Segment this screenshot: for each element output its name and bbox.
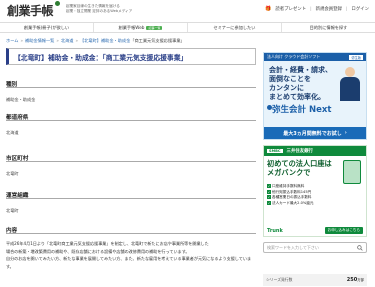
- check-icon: ✓: [267, 184, 271, 188]
- divider: |: [345, 6, 348, 12]
- breadcrumb-separator: »: [56, 38, 59, 43]
- main-nav: 創業手帳(冊子)が欲しい 創業手帳Web 記事一覧 セミナーに参加したい 目的別…: [0, 22, 375, 33]
- nav-badge: 記事一覧: [146, 25, 163, 30]
- ad-copy: 会計・経費・請求、 面倒なことを カンタンに まとめて効率化。: [269, 66, 332, 102]
- ad-badge: 弥生版: [349, 54, 363, 60]
- breadcrumb-separator: »: [75, 38, 79, 43]
- list-item-label: 他行宛振込手数料145円: [272, 189, 312, 194]
- trunk-brand: Trunk: [267, 228, 283, 234]
- nav-item-label: 創業手帳Web: [118, 24, 145, 30]
- section-heading: 運営組織: [6, 191, 256, 199]
- content-line: 自分のお店を開いてみたい方、新たな事業を展開してみたい方、また、新たな雇用を考え…: [6, 256, 252, 269]
- yayoi-ad-banner[interactable]: 法人向け クラウド会計ソフト 弥生版 会計・経費・請求、 面倒なことを カンタン…: [263, 52, 367, 140]
- section-municipality: 市区町村 北竜町: [6, 154, 256, 177]
- ad-copy-line: 会計・経費・請求、: [269, 66, 332, 74]
- smbc-ad-banner[interactable]: SMBC 三井住友銀行 初めての法人口座は メガバンクで ✓ 口座維持手数料無料 …: [263, 145, 367, 237]
- ad-header: 法人向け クラウド会計ソフト 弥生版: [264, 53, 366, 61]
- list-item-label: 法人カード最大2.0%還元: [272, 200, 314, 205]
- section-prefecture: 都道府県 北海道: [6, 113, 256, 136]
- top-links: 🎁 読者プレゼント | 新規会員登録 | ログイン: [265, 6, 369, 12]
- tagline-line-2: 起業・独立開業 定評のあるWebメディア: [66, 9, 133, 13]
- nav-item-search-by-purpose[interactable]: 目的別に情報を探す: [282, 23, 375, 32]
- smbc-copy: 初めての法人口座は メガバンクで: [267, 159, 332, 177]
- search-icon[interactable]: [357, 245, 363, 251]
- nav-item-seminar[interactable]: セミナーに参加したい: [188, 23, 282, 32]
- nav-item-label: セミナーに参加したい: [213, 24, 256, 30]
- ad-copy-line: 面倒なことを: [269, 75, 311, 83]
- chevron-right-icon: ›: [344, 130, 347, 136]
- ad-header-label: 法人向け クラウド会計ソフト: [267, 54, 321, 59]
- logo-mark-icon: [55, 1, 60, 6]
- ad-copy-line: まとめて効率化。: [269, 93, 325, 101]
- list-item: ✓ 法人カード最大2.0%還元: [267, 200, 314, 207]
- nav-item-label: 創業手帳(冊子)が欲しい: [23, 24, 70, 30]
- section-heading: 都道府県: [6, 113, 256, 121]
- breadcrumb-subsidy-list[interactable]: 補助金情報一覧: [25, 38, 54, 43]
- breadcrumb: ホーム» 補助金情報一覧» 北海道» 【北竜町】補助金・助成金「商工業元気支援応援事業…: [6, 38, 185, 44]
- site-logo[interactable]: 創業手帳: [7, 2, 54, 19]
- content-text: 平成26年4月1日より「北竜町商工業元気支援応援事業」を制定し、北竜町で新たにお…: [6, 240, 256, 270]
- person-illustration: [338, 67, 362, 101]
- gift-icon: 🎁: [265, 6, 272, 12]
- ad-copy-line: カンタンに: [269, 84, 304, 92]
- login-link[interactable]: ログイン: [351, 6, 369, 12]
- smbc-copy-line: メガバンクで: [267, 168, 311, 177]
- section-heading: 種別: [6, 80, 256, 88]
- series-count-label: シリーズ発行数: [266, 277, 293, 282]
- smbc-cta-button[interactable]: お申し込みはこちら: [324, 227, 363, 234]
- smbc-header: SMBC 三井住友銀行: [264, 146, 366, 156]
- reader-present-link[interactable]: 読者プレゼント: [275, 6, 306, 12]
- list-item-label: 各種営業日の振込手数料: [272, 195, 312, 200]
- search-box: [263, 242, 367, 253]
- breadcrumb-hokkaido[interactable]: 北海道: [61, 38, 74, 43]
- check-icon: ✓: [267, 189, 271, 194]
- person-body: [340, 77, 360, 101]
- series-count: シリーズ発行数 250万部: [263, 274, 367, 286]
- smbc-benefits-list: ✓ 口座維持手数料無料 ✓ 他行宛振込手数料145円 ✓ 各種営業日の振込手数料 ✓ 法…: [267, 184, 313, 206]
- phone-icon: [343, 160, 361, 184]
- section-value: 北竜町: [6, 171, 19, 176]
- breadcrumb-town[interactable]: 【北竜町】補助金・助成金: [80, 38, 130, 43]
- divider: |: [310, 6, 312, 12]
- content-line: 平成26年4月1日より「北竜町商工業元気支援応援事業」を制定し、北竜町で新たにお…: [6, 241, 209, 246]
- smbc-logo: SMBC: [267, 149, 283, 153]
- section-type: 種別 補助金・助成金: [6, 80, 256, 103]
- section-content: 内容: [6, 226, 256, 234]
- section-value: 補助金・助成金: [6, 97, 36, 102]
- section-value: 北海道: [6, 130, 19, 135]
- smbc-name: 三井住友銀行: [286, 149, 313, 154]
- nav-item-web[interactable]: 創業手帳Web 記事一覧: [94, 23, 188, 32]
- list-item-label: 口座維持手数料無料: [272, 184, 305, 188]
- person-head: [345, 67, 355, 77]
- ad-cta-button[interactable]: 最大3ヵ月間無料でお試し ›: [264, 127, 366, 139]
- breadcrumb-current: 「商工業元気支援応援事業」: [130, 38, 185, 43]
- check-icon: ✓: [267, 195, 271, 200]
- ad-brand: 弥生会計 Next: [272, 105, 332, 115]
- smbc-copy-line: 初めての法人口座は: [267, 159, 332, 168]
- register-link[interactable]: 新規会員登録: [316, 6, 342, 12]
- nav-item-label: 目的別に情報を探す: [309, 24, 348, 30]
- site-header: 創業手帳 起業家目線の生きた情報を届ける 起業・独立開業 定評のあるWebメディ…: [0, 0, 375, 22]
- search-input[interactable]: [267, 245, 355, 250]
- breadcrumb-separator: »: [20, 38, 23, 43]
- section-heading: 内容: [6, 226, 256, 234]
- page-title: 【北竜町】補助金・助成金：「商工業元気支援応援事業」: [6, 48, 256, 65]
- series-count-number: 250: [346, 277, 358, 283]
- ad-cta-label: 最大3ヵ月間無料でお試し: [283, 130, 342, 137]
- section-value: 北竜町: [6, 208, 19, 213]
- series-count-value: 250万部: [347, 277, 364, 283]
- breadcrumb-home[interactable]: ホーム: [6, 38, 18, 43]
- series-count-unit: 万部: [357, 278, 364, 282]
- section-organization: 運営組織 北竜町: [6, 191, 256, 214]
- content-line: 場合の新築・増改築費用の補助や、既存店舗における設備や店舗の改修費用の補助を行っ…: [6, 248, 190, 254]
- section-heading: 市区町村: [6, 154, 256, 162]
- site-tagline: 起業家目線の生きた情報を届ける 起業・独立開業 定評のあるWebメディア: [66, 4, 132, 14]
- nav-item-booklet[interactable]: 創業手帳(冊子)が欲しい: [0, 23, 94, 32]
- check-icon: ✓: [267, 200, 271, 205]
- main-content: 【北竜町】補助金・助成金：「商工業元気支援応援事業」: [6, 48, 256, 65]
